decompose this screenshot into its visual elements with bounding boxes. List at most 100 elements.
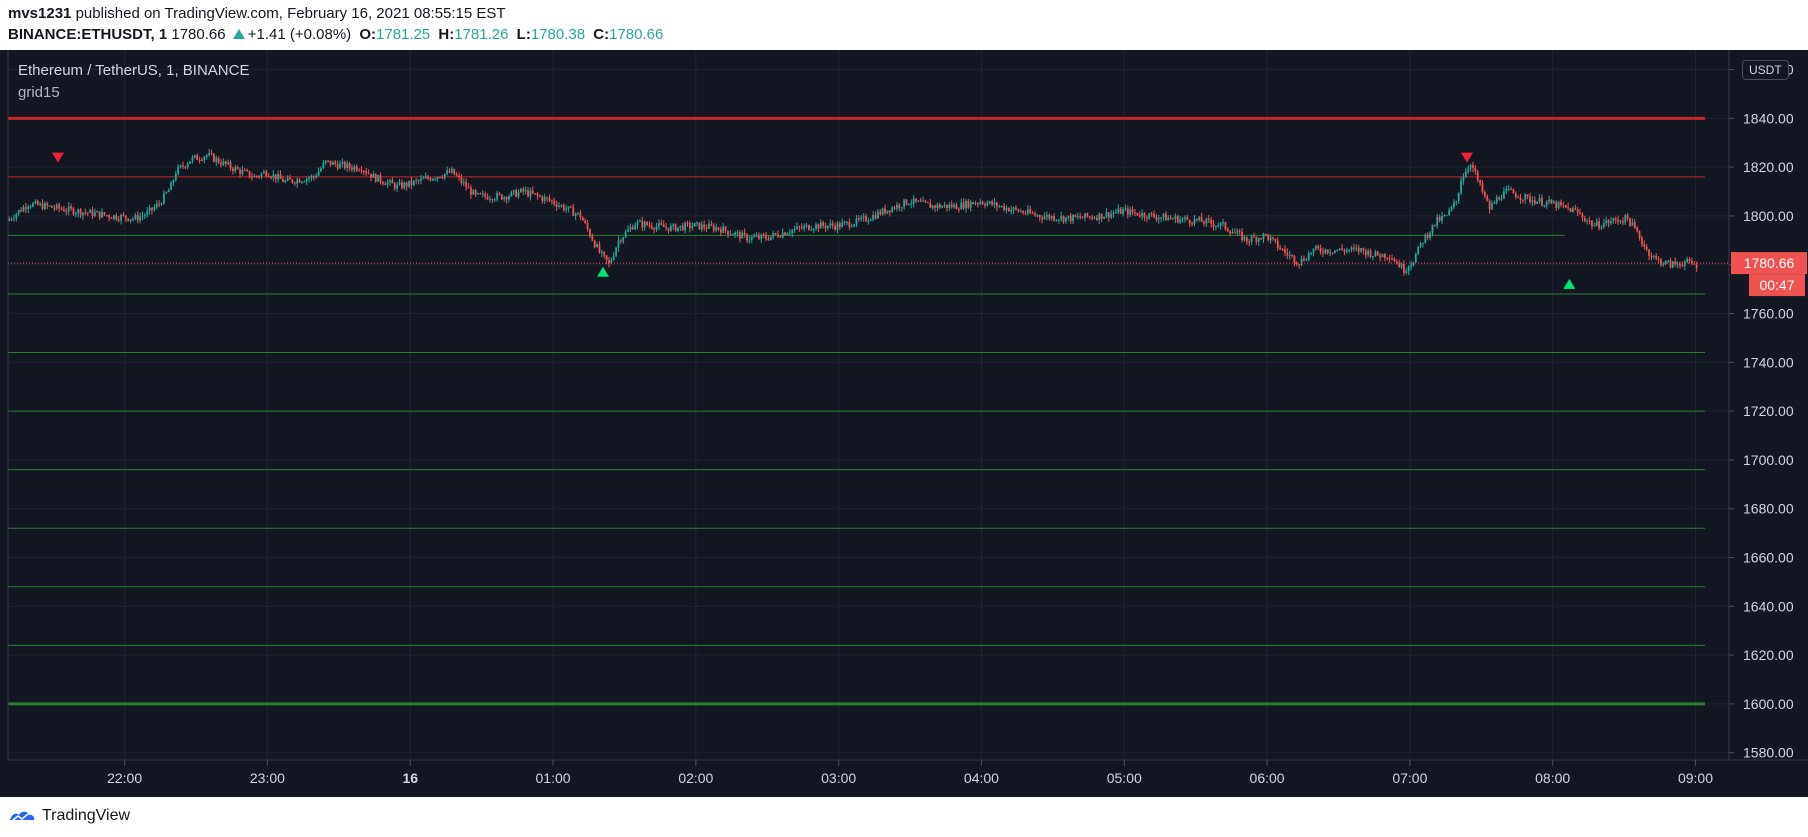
candle-body — [1369, 250, 1372, 258]
candle-body — [1260, 238, 1263, 240]
candle-body — [960, 202, 963, 210]
candle-body — [1286, 252, 1289, 256]
y-tick-label: 1800.00 — [1743, 208, 1794, 224]
candle-body — [1655, 255, 1658, 259]
tradingview-logo-icon — [10, 811, 35, 821]
candle-body — [941, 206, 944, 208]
candle-body — [631, 227, 634, 230]
candle-body — [1631, 222, 1634, 226]
candle-body — [408, 180, 410, 187]
candle-body — [389, 180, 391, 183]
candle-body — [948, 204, 951, 209]
candle-body — [193, 155, 196, 158]
candle-body — [253, 175, 256, 178]
candle-body — [874, 214, 877, 219]
candle-body — [586, 222, 589, 230]
tradingview-brand[interactable]: TradingView — [8, 807, 130, 825]
candle-body — [439, 176, 441, 178]
candle-body — [900, 207, 903, 209]
candle-body — [1250, 236, 1253, 243]
candle-body — [996, 202, 998, 207]
candle-body — [248, 170, 251, 177]
publish-header: mvs1231 published on TradingView.com, Fe… — [0, 0, 1808, 50]
candle-body — [491, 199, 494, 201]
author-name[interactable]: mvs1231 — [8, 5, 71, 22]
candle-body — [217, 158, 220, 163]
candle-body — [1681, 265, 1684, 267]
candle-body — [236, 167, 239, 170]
candle-body — [477, 193, 479, 195]
candle-body — [108, 215, 111, 218]
candle-body — [1326, 249, 1329, 253]
candle-body — [191, 157, 194, 162]
candle-body — [1195, 218, 1198, 221]
candle-body — [819, 222, 822, 229]
candle-body — [63, 209, 65, 212]
candle-body — [1457, 192, 1460, 202]
candle-body — [1445, 215, 1448, 217]
candle-body — [503, 197, 506, 200]
candle-body — [415, 180, 418, 182]
chart-area[interactable]: 1580.00 1600.00 1620.00 1640.00 1660.00 1680.… — [0, 50, 1808, 797]
candle-body — [370, 173, 372, 178]
candle-body — [1343, 250, 1346, 252]
candle-body — [1498, 197, 1501, 200]
candle-body — [650, 225, 653, 229]
candle-body — [836, 223, 839, 230]
candle-body — [1255, 237, 1258, 242]
candle-body — [629, 227, 632, 230]
candle-body — [1131, 209, 1134, 213]
candle-body — [1474, 167, 1477, 172]
candle-body — [698, 222, 701, 230]
candle-body — [788, 232, 791, 234]
candle-body — [396, 184, 399, 189]
candle-body — [924, 200, 927, 203]
currency-badge[interactable]: USDT — [1742, 60, 1789, 80]
candle-body — [1160, 217, 1163, 219]
candle-body — [703, 224, 706, 228]
candle-body — [1414, 254, 1417, 263]
candle-body — [1641, 238, 1643, 245]
candle-body — [1026, 209, 1029, 214]
x-tick-label: 05:00 — [1107, 770, 1142, 786]
candle-body — [334, 161, 337, 165]
candle-body — [79, 209, 82, 216]
candle-body — [1519, 197, 1522, 200]
candle-body — [560, 205, 563, 207]
candlestick-chart[interactable]: 1580.00 1600.00 1620.00 1640.00 1660.00 1680.… — [0, 50, 1808, 797]
candle-body — [589, 229, 591, 237]
candle-body — [343, 162, 346, 169]
candle-body — [515, 190, 518, 197]
candle-body — [1138, 215, 1141, 217]
candle-body — [1115, 212, 1117, 214]
candle-body — [1034, 213, 1036, 216]
candle-body — [708, 223, 710, 229]
candle-body — [934, 205, 936, 208]
candle-body — [1405, 270, 1408, 274]
candle-body — [1172, 218, 1174, 220]
candle-body — [715, 227, 717, 231]
candle-body — [1136, 212, 1139, 216]
candle-body — [1143, 213, 1146, 218]
candle-body — [853, 224, 856, 227]
candle-body — [762, 234, 765, 236]
candle-body — [1598, 221, 1600, 229]
candle-body — [746, 234, 748, 241]
candle-body — [67, 206, 70, 212]
candle-body — [1167, 217, 1170, 221]
candle-body — [324, 160, 327, 163]
candle-body — [98, 211, 101, 218]
candle-body — [1043, 216, 1046, 220]
candle-body — [993, 202, 996, 205]
candle-body — [291, 179, 294, 183]
candle-body — [486, 196, 489, 200]
open-value: 1781.25 — [376, 26, 431, 43]
candle-body — [1579, 212, 1581, 214]
candle-body — [1314, 246, 1317, 249]
candle-body — [355, 166, 358, 171]
candle-body — [772, 233, 775, 237]
candle-body — [805, 225, 808, 227]
candle-body — [336, 164, 339, 169]
candle-body — [1583, 217, 1586, 222]
candle-body — [258, 176, 260, 178]
